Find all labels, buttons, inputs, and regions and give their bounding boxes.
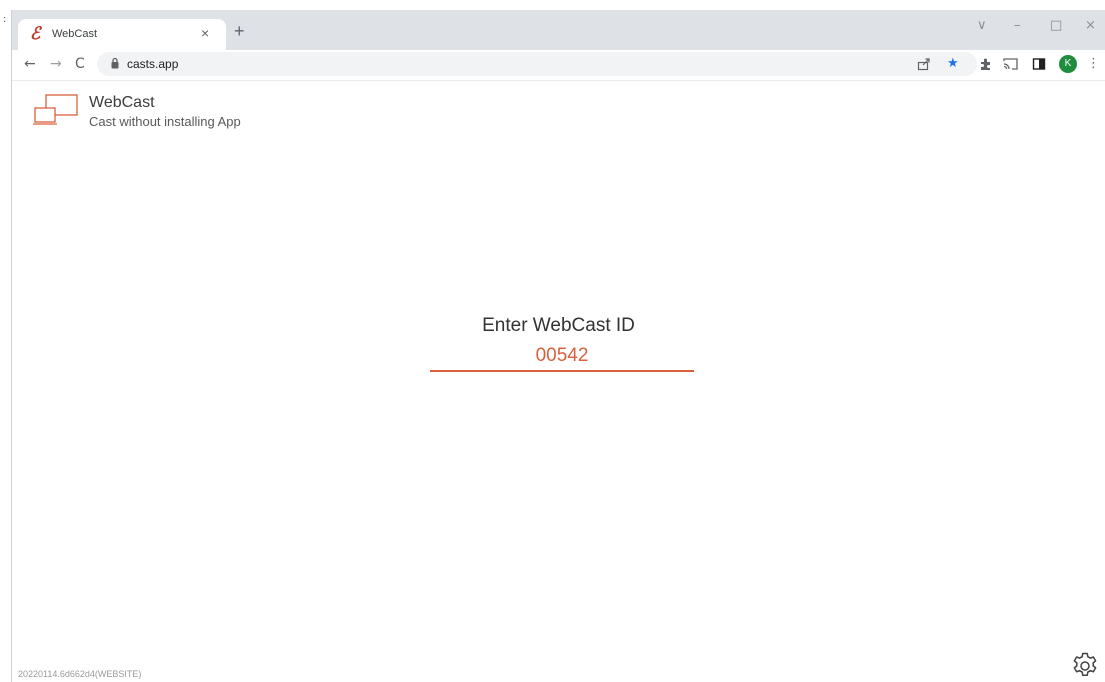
profile-avatar[interactable]: K xyxy=(1059,55,1077,73)
tab-strip: ℰ WebCast × + ∨ – □ × xyxy=(12,10,1105,50)
left-window-edge: : xyxy=(0,0,12,682)
brand-title: WebCast xyxy=(89,94,155,111)
edge-handle: : xyxy=(3,14,7,25)
browser-window: ℰ WebCast × + ∨ – □ × ← → C casts.app ★ xyxy=(12,10,1105,682)
maximize-button[interactable]: □ xyxy=(1050,18,1062,33)
webcast-logo-icon xyxy=(33,94,78,125)
lock-icon xyxy=(111,57,119,69)
tab-webcast[interactable]: ℰ WebCast × xyxy=(18,19,226,50)
tab-close-button[interactable]: × xyxy=(201,25,209,41)
address-bar[interactable]: casts.app xyxy=(97,52,977,76)
forward-button[interactable]: → xyxy=(50,55,62,73)
id-prompt: Enter WebCast ID xyxy=(482,315,635,336)
side-panel-icon[interactable] xyxy=(1032,57,1046,71)
version-label: 20220114.6d662d4(WEBSITE) xyxy=(18,669,142,679)
webcast-favicon-icon: ℰ xyxy=(30,24,41,44)
brand-tagline: Cast without installing App xyxy=(89,114,241,129)
bookmark-star-icon[interactable]: ★ xyxy=(947,56,959,72)
webcast-page: WebCast Cast without installing App Ente… xyxy=(12,81,1105,682)
browser-toolbar: ← → C casts.app ★ K ⋮ xyxy=(12,50,1105,81)
tab-title: WebCast xyxy=(52,28,98,40)
webcast-id-input[interactable] xyxy=(430,342,694,372)
settings-gear-icon[interactable] xyxy=(1070,651,1100,681)
cast-icon[interactable] xyxy=(1003,57,1018,71)
back-button[interactable]: ← xyxy=(24,55,36,73)
new-tab-button[interactable]: + xyxy=(234,21,245,41)
minimize-button[interactable]: – xyxy=(1014,18,1021,33)
browser-menu-icon[interactable]: ⋮ xyxy=(1087,56,1100,72)
tab-search-button[interactable]: ∨ xyxy=(977,18,987,33)
reload-button[interactable]: C xyxy=(75,55,85,73)
close-window-button[interactable]: × xyxy=(1085,18,1096,33)
share-icon[interactable] xyxy=(917,57,931,71)
extensions-icon[interactable] xyxy=(979,57,993,71)
address-url: casts.app xyxy=(127,57,179,71)
